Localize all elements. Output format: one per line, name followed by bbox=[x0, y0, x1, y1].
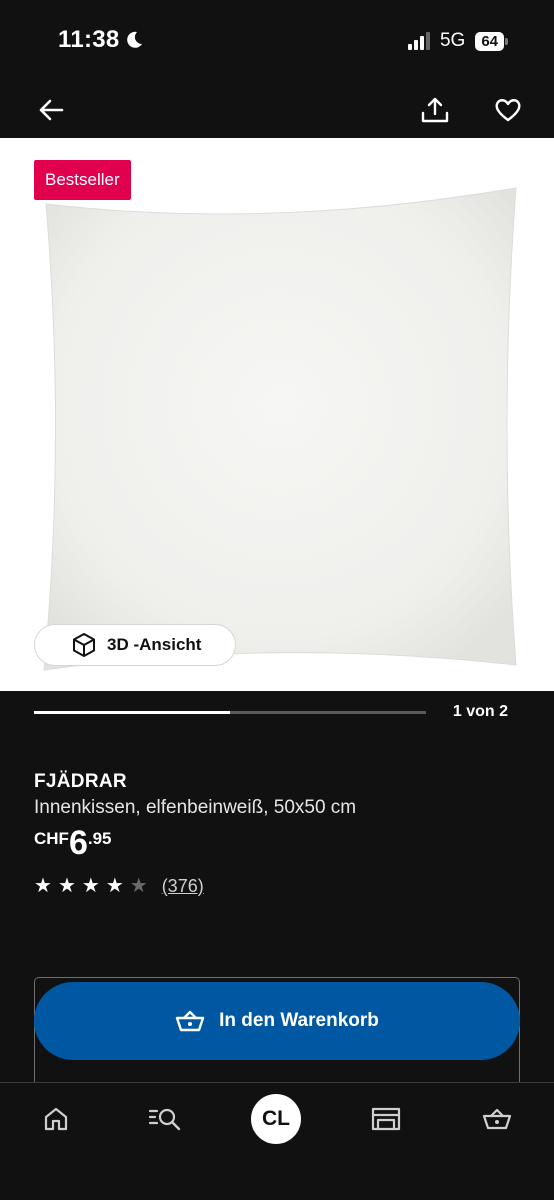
price-decimal: .95 bbox=[87, 829, 112, 848]
star-icon: ★ bbox=[57, 875, 76, 897]
cart-icon bbox=[482, 1108, 512, 1130]
add-to-cart-button[interactable]: In den Warenkorb bbox=[34, 982, 520, 1060]
network-label: 5G bbox=[439, 30, 466, 51]
favorite-button[interactable] bbox=[486, 88, 530, 132]
cube-icon bbox=[73, 633, 95, 657]
view-3d-label: 3D -Ansicht bbox=[107, 635, 202, 654]
tab-search[interactable] bbox=[143, 1097, 187, 1141]
tab-store[interactable] bbox=[364, 1097, 408, 1141]
gallery-progress bbox=[34, 711, 426, 714]
nav-bar bbox=[0, 80, 554, 138]
battery-level: 64 bbox=[475, 31, 504, 51]
price-currency: CHF bbox=[34, 829, 69, 848]
star-icon: ★ bbox=[105, 875, 124, 897]
moon-icon bbox=[126, 31, 142, 48]
search-icon bbox=[148, 1108, 181, 1131]
share-icon bbox=[421, 97, 449, 123]
price-integer: 6 bbox=[68, 824, 88, 862]
arrow-left-icon bbox=[39, 99, 64, 121]
store-icon bbox=[371, 1107, 401, 1131]
price: CHF 6 .95 bbox=[34, 826, 112, 860]
product-image bbox=[43, 187, 517, 671]
rating[interactable]: ★ ★ ★ ★ ★ (376) bbox=[34, 874, 204, 898]
review-count-link[interactable]: (376) bbox=[162, 876, 204, 897]
add-to-cart-label: In den Warenkorb bbox=[219, 1010, 379, 1031]
star-icon: ★ bbox=[129, 875, 148, 897]
gallery-progress-fill bbox=[34, 711, 230, 714]
avatar[interactable]: CL bbox=[251, 1094, 301, 1144]
tab-cart[interactable] bbox=[475, 1097, 519, 1141]
status-time: 11:38 bbox=[58, 26, 144, 54]
signal-icon bbox=[407, 32, 430, 50]
star-icon: ★ bbox=[81, 875, 100, 897]
clock: 11:38 bbox=[58, 26, 120, 53]
star-icon: ★ bbox=[34, 875, 52, 897]
product-description: Innenkissen, elfenbeinweiß, 50x50 cm bbox=[34, 797, 357, 818]
home-icon bbox=[44, 1107, 68, 1131]
cart-icon bbox=[175, 1010, 205, 1032]
view-3d-button[interactable]: 3D -Ansicht bbox=[34, 624, 236, 666]
product-image-carousel[interactable]: Bestseller 3D -Ansicht bbox=[0, 138, 554, 691]
bestseller-badge: Bestseller bbox=[34, 160, 131, 200]
share-button[interactable] bbox=[413, 88, 457, 132]
battery-icon: 64 bbox=[475, 31, 508, 51]
status-bar: 11:38 5G 64 bbox=[0, 0, 554, 80]
page-indicator: 1 von 2 bbox=[452, 703, 508, 720]
back-button[interactable] bbox=[29, 88, 73, 132]
tab-home[interactable] bbox=[34, 1097, 78, 1141]
heart-icon bbox=[495, 99, 521, 122]
product-name[interactable]: FJÄDRAR bbox=[34, 771, 127, 793]
status-indicators: 5G 64 bbox=[407, 30, 508, 52]
